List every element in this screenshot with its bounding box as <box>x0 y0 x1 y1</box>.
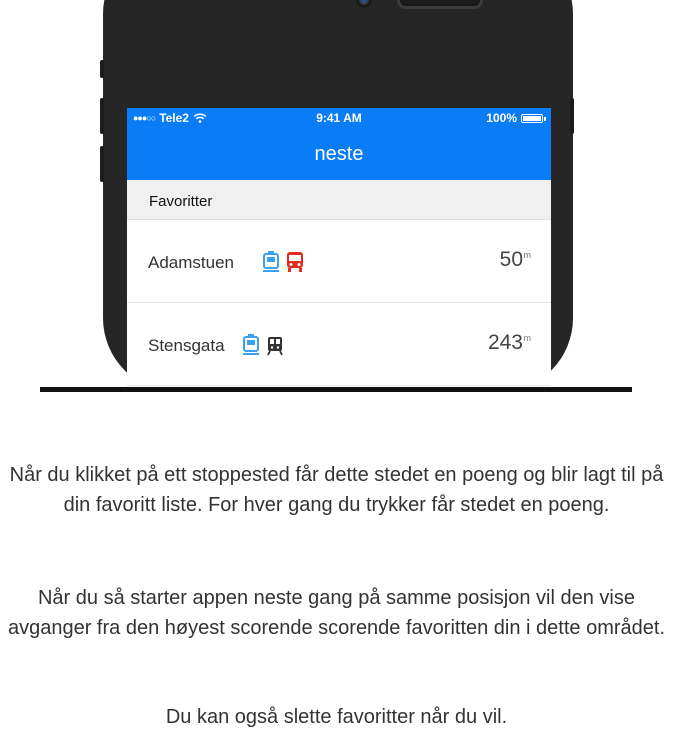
bus-icon <box>287 252 303 272</box>
distance-unit: m <box>523 333 532 343</box>
favorites-header: Favoritter <box>127 180 551 220</box>
description-paragraph-3: Du kan også slette favoritter når du vil… <box>165 706 508 728</box>
nav-title: neste <box>127 128 551 180</box>
stop-name: Adamstuen <box>148 253 234 272</box>
status-bar: ●●●○○ Tele2 9:41 AM 100% <box>127 108 551 128</box>
camera <box>356 0 372 8</box>
mute-switch <box>100 60 104 78</box>
volume-down-button <box>100 146 104 182</box>
description-paragraph-2: Når du så starter appen neste gang på sa… <box>7 587 666 639</box>
stop-name: Stensgata <box>148 336 225 355</box>
favorite-row-adamstuen[interactable]: Adamstuen 50 m <box>127 220 551 303</box>
power-button <box>570 98 574 134</box>
stop-distance: 50 <box>499 248 523 271</box>
distance-unit: m <box>523 250 532 260</box>
train-icon <box>267 337 283 356</box>
battery-icon <box>521 113 546 123</box>
tram-icon <box>263 251 279 272</box>
favorite-row-stensgata[interactable]: Stensgata 243 m <box>127 303 551 386</box>
description-paragraph-1: Når du klikket på ett stoppested får det… <box>9 464 664 516</box>
battery-percent: 100% <box>486 111 517 125</box>
phone-screen: ●●●○○ Tele2 9:41 AM 100% neste Favoritte… <box>127 108 551 389</box>
stop-distance: 243 <box>487 331 523 354</box>
volume-up-button <box>100 98 104 134</box>
phone-crop-line <box>40 387 632 392</box>
speaker <box>397 0 483 9</box>
tram-icon <box>243 334 259 355</box>
